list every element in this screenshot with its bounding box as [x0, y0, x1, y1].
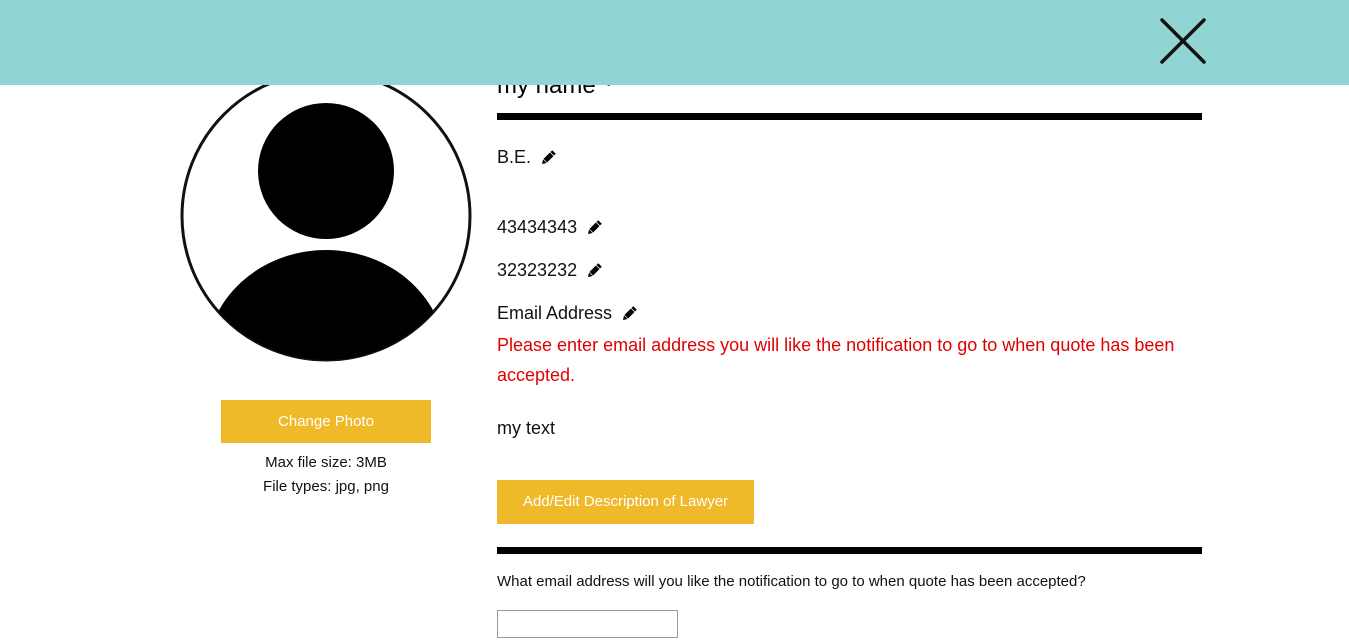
pencil-icon[interactable] — [585, 219, 603, 237]
pencil-icon[interactable] — [585, 262, 603, 280]
divider — [497, 113, 1202, 120]
top-banner — [0, 0, 1349, 85]
user-avatar-icon — [180, 70, 472, 362]
phone-field-2: 32323232 — [497, 260, 603, 281]
change-photo-button[interactable]: Change Photo — [221, 400, 431, 443]
email-warning-text: Please enter email address you will like… — [497, 335, 1175, 385]
phone-field-1: 43434343 — [497, 217, 603, 238]
close-icon — [1160, 18, 1206, 64]
close-button[interactable] — [1158, 16, 1208, 66]
degree-text: B.E. — [497, 147, 532, 167]
pencil-icon[interactable] — [620, 305, 638, 323]
profile-page: Change Photo Max file size: 3MB File typ… — [0, 0, 1349, 640]
degree-field: B.E. — [497, 147, 557, 168]
email-label: Email Address — [497, 303, 613, 323]
notification-question: What email address will you like the not… — [497, 573, 1086, 590]
avatar — [180, 70, 472, 362]
phone-2-text: 32323232 — [497, 260, 578, 280]
email-field: Email Address — [497, 303, 638, 324]
phone-1-text: 43434343 — [497, 217, 578, 237]
edit-description-button[interactable]: Add/Edit Description of Lawyer — [497, 480, 754, 524]
description-text: my text — [497, 418, 556, 438]
max-file-size-text: Max file size: 3MB — [265, 454, 387, 471]
pencil-icon[interactable] — [539, 149, 557, 167]
divider — [497, 547, 1202, 554]
notification-email-input[interactable] — [497, 610, 678, 638]
file-types-text: File types: jpg, png — [263, 478, 389, 495]
